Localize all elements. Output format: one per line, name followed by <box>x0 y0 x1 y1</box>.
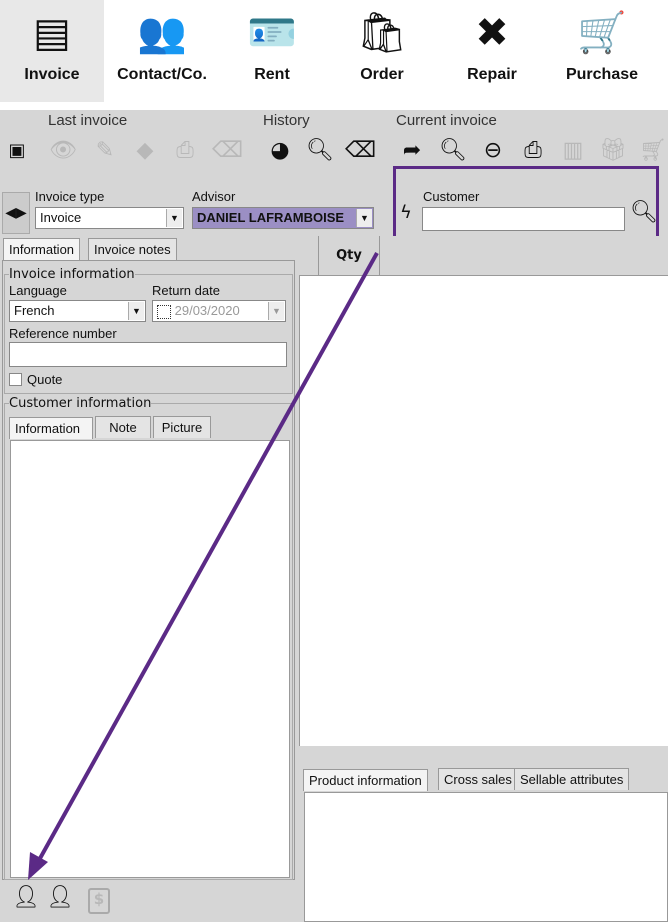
annotation-arrow <box>28 252 379 880</box>
arrow-line <box>36 252 379 863</box>
arrow-head <box>28 852 48 880</box>
